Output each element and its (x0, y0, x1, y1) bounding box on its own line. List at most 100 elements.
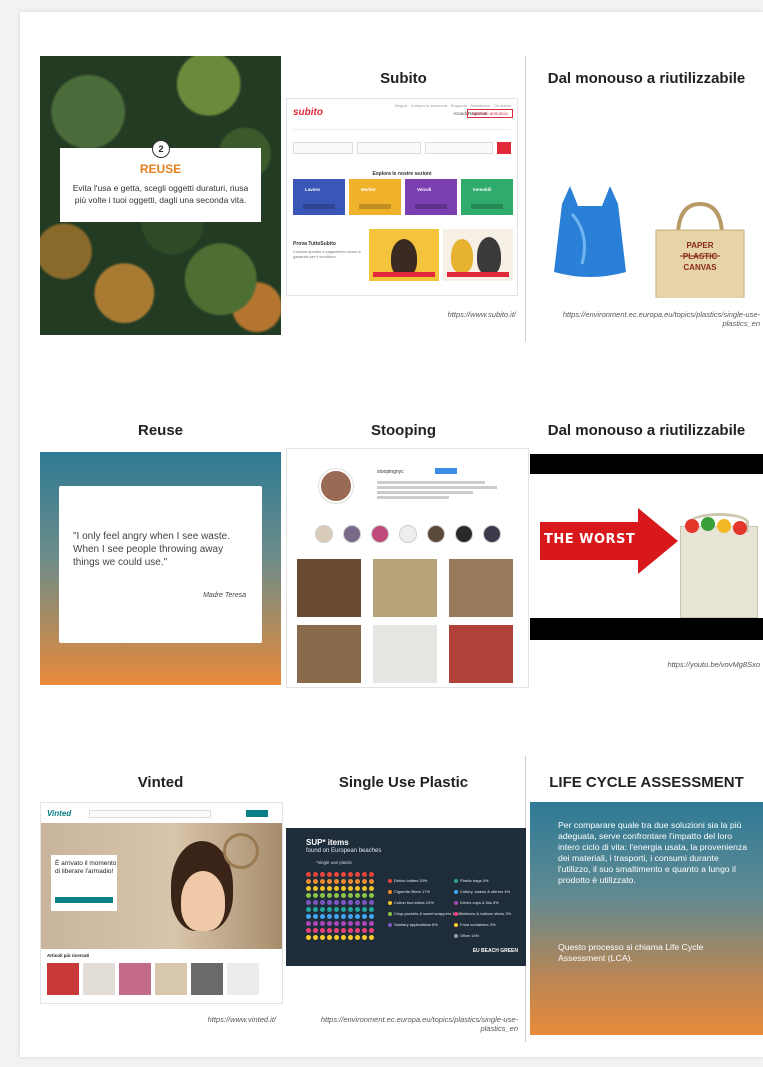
arrow-label: THE WORST (544, 532, 636, 547)
plastic-dot (334, 872, 339, 877)
plastic-dot (348, 900, 353, 905)
step-badge: 2 (152, 140, 170, 158)
plastic-dot (334, 886, 339, 891)
sup-url[interactable]: https://environment.ec.europa.eu/topics/… (310, 1015, 518, 1033)
plastic-dot (327, 886, 332, 891)
reuse-heading: REUSE (139, 162, 182, 176)
quote-card: "I only feel angry when I see waste. Whe… (40, 452, 281, 685)
plastic-dot (320, 914, 325, 919)
monouso-title-2: Dal monouso a riutilizzabile (547, 422, 746, 439)
plastic-bag-icon (554, 186, 626, 277)
post-thumbnail (297, 625, 361, 683)
sup-title: Single Use Plastic (338, 774, 469, 791)
plastic-dot (334, 928, 339, 933)
subito-screenshot: subito Negozi · Compra in sicurezza · Su… (286, 98, 518, 296)
plastic-dot (327, 879, 332, 884)
subito-url[interactable]: https://www.subito.it/ (320, 310, 516, 319)
plastic-dot (369, 886, 374, 891)
item-thumbnail (227, 963, 259, 995)
profile-avatar (319, 469, 353, 503)
category-field (357, 142, 421, 154)
plastic-dot (313, 935, 318, 940)
black-band (530, 454, 763, 474)
quote-box: "I only feel angry when I see waste. Whe… (59, 486, 262, 643)
plastic-dot (306, 928, 311, 933)
plastic-dot (327, 921, 332, 926)
location-field (425, 142, 493, 154)
story-highlight (455, 525, 473, 543)
plastic-dot (348, 928, 353, 933)
plastic-dot (341, 907, 346, 912)
item-thumbnail (83, 963, 115, 995)
plastic-dot (355, 893, 360, 898)
vinted-logo: Vinted (47, 809, 72, 818)
vinted-title: Vinted (137, 774, 184, 791)
plastic-dot (341, 872, 346, 877)
canvas-bag-icon: PAPER PLASTIC CANVAS (655, 202, 745, 298)
stooping-screenshot: stoopingnyc (286, 448, 529, 688)
stooping-title: Stooping (371, 422, 436, 439)
lca-paragraph-2: Questo processo si chiama Life Cycle Ass… (558, 942, 704, 963)
plastic-dot (348, 907, 353, 912)
plastic-dot (341, 893, 346, 898)
plastic-dot (355, 879, 360, 884)
lca-card: Per comparare quale tra due soluzioni si… (530, 802, 763, 1035)
vinted-hero-box: È arrivato il momento di liberare l'arma… (51, 855, 117, 911)
plastic-dot (348, 893, 353, 898)
plastic-dot (362, 886, 367, 891)
subito-sections-heading: Esplora le nostre sezioni (372, 171, 432, 177)
plastic-dot (313, 872, 318, 877)
vinted-search-bar (89, 810, 211, 818)
legend-entry: Balloons & balloon sticks 3% (454, 911, 511, 916)
subito-logo: subito (293, 107, 323, 118)
story-highlight (315, 525, 333, 543)
plastic-dot (313, 907, 318, 912)
reuse-title: Reuse (137, 422, 184, 439)
plastic-dot (313, 928, 318, 933)
plastic-dot (306, 907, 311, 912)
plastic-dot (341, 914, 346, 919)
slide-page: REUSE Evita l'usa e getta, scegli oggett… (20, 12, 763, 1057)
plastic-dot (369, 879, 374, 884)
legend-entry: Other 14% (454, 933, 479, 938)
plastic-dot (355, 928, 360, 933)
plastic-dot (355, 872, 360, 877)
legend-entry: Cigarette filters 17% (388, 889, 430, 894)
plastic-dot (348, 935, 353, 940)
bags-photo: PAPER PLASTIC CANVAS (530, 98, 763, 298)
plastic-dot (334, 893, 339, 898)
vinted-hero-text: È arrivato il momento di liberare l'arma… (55, 860, 117, 875)
category-tile-market: Market (349, 179, 401, 215)
plastic-dot (320, 893, 325, 898)
bags-url[interactable]: https://environment.ec.europa.eu/topics/… (548, 310, 760, 328)
plastic-dot (327, 900, 332, 905)
plastic-dot (320, 900, 325, 905)
reuse-greenery-card: REUSE Evita l'usa e getta, scegli oggett… (40, 56, 281, 335)
plastic-dot (320, 872, 325, 877)
plastic-dot (355, 935, 360, 940)
plastic-dot (320, 886, 325, 891)
vinted-url[interactable]: https://www.vinted.it/ (80, 1015, 276, 1024)
profile-bio (377, 481, 497, 499)
item-thumbnail (155, 963, 187, 995)
plastic-dot (313, 886, 318, 891)
story-highlight (371, 525, 389, 543)
plastic-dot (348, 914, 353, 919)
plastic-dot (348, 886, 353, 891)
plastic-dot (341, 928, 346, 933)
video-url[interactable]: https://youtu.be/vovMg8Sxo (548, 660, 760, 669)
lca-title: LIFE CYCLE ASSESSMENT (549, 774, 744, 791)
svg-text:PAPER: PAPER (687, 241, 714, 250)
plastic-dot (355, 921, 360, 926)
plastic-dot (355, 914, 360, 919)
legend-entry: Drinks bottles 20% (388, 878, 427, 883)
story-highlight (427, 525, 445, 543)
subito-insert-button: Inserisci annuncio (466, 109, 513, 118)
plastic-dot (334, 935, 339, 940)
plastic-dot (313, 914, 318, 919)
plastic-dot (334, 914, 339, 919)
plastic-dot (362, 921, 367, 926)
black-band (530, 618, 763, 640)
plastic-dot (348, 921, 353, 926)
plastic-dot (362, 900, 367, 905)
